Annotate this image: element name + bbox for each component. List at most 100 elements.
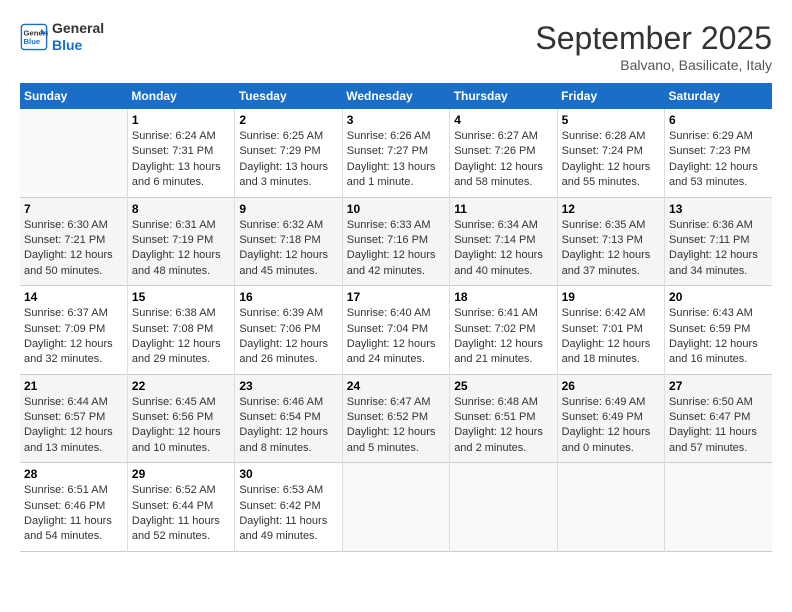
- calendar-header-row: SundayMondayTuesdayWednesdayThursdayFrid…: [20, 83, 772, 109]
- day-number: 15: [132, 290, 230, 304]
- calendar-cell: 1 Sunrise: 6:24 AMSunset: 7:31 PMDaylight…: [127, 109, 234, 197]
- day-info: Sunrise: 6:52 AMSunset: 6:44 PMDaylight:…: [132, 483, 230, 545]
- day-info: Sunrise: 6:33 AMSunset: 7:16 PMDaylight:…: [347, 218, 445, 280]
- day-info: Sunrise: 6:46 AMSunset: 6:54 PMDaylight:…: [239, 395, 337, 457]
- calendar-cell: 21 Sunrise: 6:44 AMSunset: 6:57 PMDayligh…: [20, 374, 127, 463]
- day-number: 26: [562, 379, 660, 393]
- column-header-tuesday: Tuesday: [235, 83, 342, 109]
- day-number: 5: [562, 113, 660, 127]
- day-info: Sunrise: 6:39 AMSunset: 7:06 PMDaylight:…: [239, 306, 337, 368]
- day-number: 27: [669, 379, 768, 393]
- page-header: General Blue General Blue September 2025…: [20, 20, 772, 73]
- calendar-week-2: 7 Sunrise: 6:30 AMSunset: 7:21 PMDaylight…: [20, 197, 772, 286]
- logo-icon: General Blue: [20, 23, 48, 51]
- calendar-cell: [665, 463, 772, 552]
- calendar-week-4: 21 Sunrise: 6:44 AMSunset: 6:57 PMDayligh…: [20, 374, 772, 463]
- day-info: Sunrise: 6:45 AMSunset: 6:56 PMDaylight:…: [132, 395, 230, 457]
- day-number: 29: [132, 467, 230, 481]
- day-info: Sunrise: 6:41 AMSunset: 7:02 PMDaylight:…: [454, 306, 552, 368]
- day-info: Sunrise: 6:40 AMSunset: 7:04 PMDaylight:…: [347, 306, 445, 368]
- calendar-cell: 16 Sunrise: 6:39 AMSunset: 7:06 PMDayligh…: [235, 286, 342, 375]
- calendar-cell: [557, 463, 664, 552]
- calendar-cell: 15Sunrise: 6:38 AMSunset: 7:08 PMDayligh…: [127, 286, 234, 375]
- calendar-cell: 13 Sunrise: 6:36 AMSunset: 7:11 PMDayligh…: [665, 197, 772, 286]
- calendar-cell: 18 Sunrise: 6:41 AMSunset: 7:02 PMDayligh…: [450, 286, 557, 375]
- calendar-cell: 11 Sunrise: 6:34 AMSunset: 7:14 PMDayligh…: [450, 197, 557, 286]
- day-number: 16: [239, 290, 337, 304]
- day-info: Sunrise: 6:30 AMSunset: 7:21 PMDaylight:…: [24, 218, 123, 280]
- day-number: 30: [239, 467, 337, 481]
- calendar-cell: 22 Sunrise: 6:45 AMSunset: 6:56 PMDayligh…: [127, 374, 234, 463]
- calendar-cell: 4Sunrise: 6:27 AMSunset: 7:26 PMDaylight…: [450, 109, 557, 197]
- title-block: September 2025 Balvano, Basilicate, Ital…: [535, 20, 772, 73]
- location-subtitle: Balvano, Basilicate, Italy: [535, 57, 772, 73]
- calendar-cell: 8 Sunrise: 6:31 AMSunset: 7:19 PMDaylight…: [127, 197, 234, 286]
- day-info: Sunrise: 6:51 AMSunset: 6:46 PMDaylight:…: [24, 483, 123, 545]
- column-header-wednesday: Wednesday: [342, 83, 449, 109]
- calendar-cell: 30Sunrise: 6:53 AMSunset: 6:42 PMDayligh…: [235, 463, 342, 552]
- day-number: 21: [24, 379, 123, 393]
- day-number: 3: [347, 113, 445, 127]
- day-number: 23: [239, 379, 337, 393]
- day-info: Sunrise: 6:32 AMSunset: 7:18 PMDaylight:…: [239, 218, 337, 280]
- day-number: 19: [562, 290, 660, 304]
- day-info: Sunrise: 6:29 AMSunset: 7:23 PMDaylight:…: [669, 129, 768, 191]
- day-number: 18: [454, 290, 552, 304]
- calendar-table: SundayMondayTuesdayWednesdayThursdayFrid…: [20, 83, 772, 552]
- day-info: Sunrise: 6:37 AMSunset: 7:09 PMDaylight:…: [24, 306, 123, 368]
- calendar-cell: 5 Sunrise: 6:28 AMSunset: 7:24 PMDaylight…: [557, 109, 664, 197]
- calendar-cell: 14 Sunrise: 6:37 AMSunset: 7:09 PMDayligh…: [20, 286, 127, 375]
- day-number: 25: [454, 379, 552, 393]
- calendar-week-3: 14 Sunrise: 6:37 AMSunset: 7:09 PMDayligh…: [20, 286, 772, 375]
- day-info: Sunrise: 6:42 AMSunset: 7:01 PMDaylight:…: [562, 306, 660, 368]
- calendar-cell: 17 Sunrise: 6:40 AMSunset: 7:04 PMDayligh…: [342, 286, 449, 375]
- day-info: Sunrise: 6:49 AMSunset: 6:49 PMDaylight:…: [562, 395, 660, 457]
- svg-text:Blue: Blue: [24, 37, 41, 46]
- calendar-cell: 9Sunrise: 6:32 AMSunset: 7:18 PMDaylight…: [235, 197, 342, 286]
- day-info: Sunrise: 6:43 AMSunset: 6:59 PMDaylight:…: [669, 306, 768, 368]
- day-number: 1: [132, 113, 230, 127]
- day-info: Sunrise: 6:28 AMSunset: 7:24 PMDaylight:…: [562, 129, 660, 191]
- column-header-saturday: Saturday: [665, 83, 772, 109]
- calendar-cell: 3 Sunrise: 6:26 AMSunset: 7:27 PMDaylight…: [342, 109, 449, 197]
- day-number: 8: [132, 202, 230, 216]
- day-number: 13: [669, 202, 768, 216]
- calendar-cell: 20 Sunrise: 6:43 AMSunset: 6:59 PMDayligh…: [665, 286, 772, 375]
- day-info: Sunrise: 6:50 AMSunset: 6:47 PMDaylight:…: [669, 395, 768, 457]
- day-number: 11: [454, 202, 552, 216]
- calendar-cell: [20, 109, 127, 197]
- day-number: 20: [669, 290, 768, 304]
- day-number: 17: [347, 290, 445, 304]
- calendar-cell: 29 Sunrise: 6:52 AMSunset: 6:44 PMDayligh…: [127, 463, 234, 552]
- day-info: Sunrise: 6:36 AMSunset: 7:11 PMDaylight:…: [669, 218, 768, 280]
- day-info: Sunrise: 6:31 AMSunset: 7:19 PMDaylight:…: [132, 218, 230, 280]
- calendar-cell: 25Sunrise: 6:48 AMSunset: 6:51 PMDayligh…: [450, 374, 557, 463]
- day-number: 7: [24, 202, 123, 216]
- column-header-thursday: Thursday: [450, 83, 557, 109]
- day-info: Sunrise: 6:44 AMSunset: 6:57 PMDaylight:…: [24, 395, 123, 457]
- calendar-cell: 7 Sunrise: 6:30 AMSunset: 7:21 PMDaylight…: [20, 197, 127, 286]
- column-header-sunday: Sunday: [20, 83, 127, 109]
- day-number: 28: [24, 467, 123, 481]
- day-number: 10: [347, 202, 445, 216]
- day-info: Sunrise: 6:24 AMSunset: 7:31 PMDaylight:…: [132, 129, 230, 191]
- day-info: Sunrise: 6:25 AMSunset: 7:29 PMDaylight:…: [239, 129, 337, 191]
- calendar-cell: 24Sunrise: 6:47 AMSunset: 6:52 PMDayligh…: [342, 374, 449, 463]
- day-info: Sunrise: 6:26 AMSunset: 7:27 PMDaylight:…: [347, 129, 445, 191]
- calendar-cell: 23 Sunrise: 6:46 AMSunset: 6:54 PMDayligh…: [235, 374, 342, 463]
- day-info: Sunrise: 6:47 AMSunset: 6:52 PMDaylight:…: [347, 395, 445, 457]
- logo-text-blue: Blue: [52, 37, 104, 54]
- day-number: 12: [562, 202, 660, 216]
- day-info: Sunrise: 6:35 AMSunset: 7:13 PMDaylight:…: [562, 218, 660, 280]
- day-number: 14: [24, 290, 123, 304]
- calendar-cell: [450, 463, 557, 552]
- calendar-cell: 6Sunrise: 6:29 AMSunset: 7:23 PMDaylight…: [665, 109, 772, 197]
- column-header-friday: Friday: [557, 83, 664, 109]
- day-number: 22: [132, 379, 230, 393]
- day-info: Sunrise: 6:34 AMSunset: 7:14 PMDaylight:…: [454, 218, 552, 280]
- calendar-week-1: 1 Sunrise: 6:24 AMSunset: 7:31 PMDaylight…: [20, 109, 772, 197]
- calendar-cell: 27 Sunrise: 6:50 AMSunset: 6:47 PMDayligh…: [665, 374, 772, 463]
- calendar-cell: 26 Sunrise: 6:49 AMSunset: 6:49 PMDayligh…: [557, 374, 664, 463]
- logo-text-general: General: [52, 20, 104, 37]
- day-number: 2: [239, 113, 337, 127]
